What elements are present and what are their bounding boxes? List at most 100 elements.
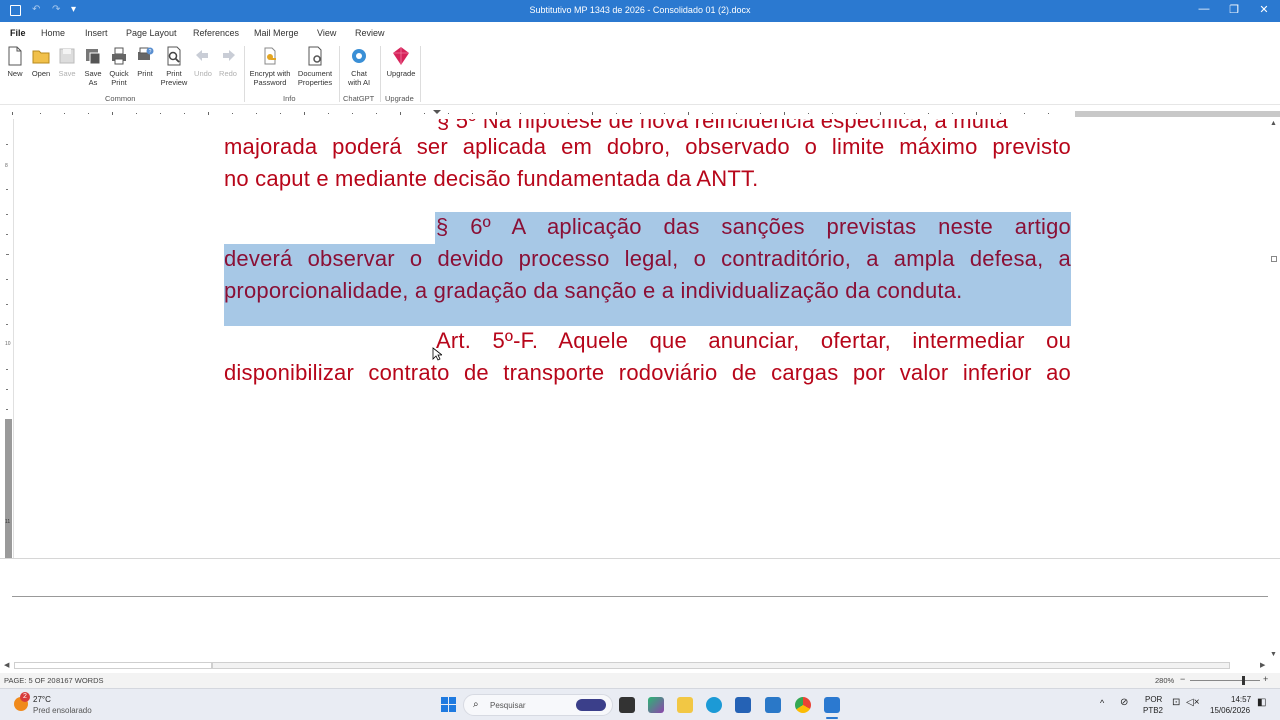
vertical-scrollbar[interactable]: ▲ xyxy=(1267,119,1280,559)
encrypt-label-1: Encrypt with xyxy=(249,69,291,78)
upgrade-button[interactable]: Upgrade xyxy=(384,46,418,78)
title-bar: ↶ ↷ ▾ Subtitutivo MP 1343 de 2026 - Cons… xyxy=(0,0,1280,22)
new-button[interactable]: New xyxy=(4,46,26,78)
chat-label-1: Chat xyxy=(351,69,367,78)
mouse-cursor-icon xyxy=(432,347,442,361)
search-highlight-image xyxy=(576,699,606,711)
page-indicator: PAGE: 5 OF 20 xyxy=(4,676,56,685)
new-document-icon xyxy=(8,46,22,66)
gem-icon xyxy=(393,47,409,65)
save-label: Save xyxy=(58,69,76,78)
status-bar: PAGE: 5 OF 20 8167 WORDS 280% − + xyxy=(0,673,1280,688)
text-line: disponibilizar contrato de transporte ro… xyxy=(224,360,1071,385)
open-button[interactable]: Open xyxy=(29,46,53,78)
encrypt-button[interactable]: Encrypt with Password xyxy=(246,46,294,87)
save-button[interactable]: Save xyxy=(56,46,78,78)
text-line: no caput e mediante decisão fundamentada… xyxy=(224,166,759,191)
page-break-line xyxy=(12,596,1268,597)
paragraph-6-selected[interactable]: § 6º A aplicação das sanções previstas n… xyxy=(224,211,1071,307)
notification-icon[interactable]: ◧ xyxy=(1257,697,1266,708)
save-as-label-2: As xyxy=(88,78,98,87)
paragraph-art-5f[interactable]: Art. 5º-F. Aquele que anunciar, ofertar,… xyxy=(224,325,1071,389)
copilot-icon[interactable] xyxy=(648,697,664,713)
redo-button[interactable]: Redo xyxy=(217,46,239,78)
paragraph-5-continuation[interactable]: majorada poderá ser aplicada em dobro, o… xyxy=(224,131,1071,195)
zoom-slider-thumb[interactable] xyxy=(1242,676,1245,685)
zoom-out-icon[interactable]: − xyxy=(1180,674,1185,684)
weather-temp: 27°C xyxy=(33,695,51,704)
tab-page-layout[interactable]: Page Layout xyxy=(126,28,177,38)
outlook-icon[interactable] xyxy=(765,697,781,713)
edge-browser-icon[interactable] xyxy=(706,697,722,713)
save-as-icon xyxy=(86,49,101,65)
document-page[interactable]: § 5º Na hipótese de nova reincidência es… xyxy=(14,119,1267,559)
windows-start-icon[interactable] xyxy=(441,697,456,712)
hscroll-thumb[interactable] xyxy=(212,662,1230,669)
task-view-icon[interactable] xyxy=(619,697,635,713)
scroll-up-icon[interactable]: ▲ xyxy=(1270,120,1277,127)
file-explorer-icon[interactable] xyxy=(677,697,693,713)
close-button[interactable]: ✕ xyxy=(1254,3,1274,16)
scroll-down-icon[interactable]: ▼ xyxy=(1270,651,1277,658)
store-icon[interactable] xyxy=(735,697,751,713)
save-as-label-1: Save xyxy=(84,69,102,78)
chrome-icon[interactable] xyxy=(795,697,811,713)
taskbar-search[interactable]: ⌕ Pesquisar xyxy=(463,694,613,716)
tab-mail-merge[interactable]: Mail Merge xyxy=(254,28,299,38)
tab-insert[interactable]: Insert xyxy=(85,28,108,38)
tab-review[interactable]: Review xyxy=(355,28,385,38)
undo-arrow-icon xyxy=(196,50,208,61)
language-2[interactable]: PTB2 xyxy=(1143,706,1163,715)
scroll-left-icon[interactable]: ◀ xyxy=(4,661,9,669)
zoom-slider[interactable] xyxy=(1190,680,1260,681)
quick-print-button[interactable]: Quick Print xyxy=(107,46,131,87)
horizontal-ruler[interactable] xyxy=(0,109,1280,119)
save-as-button[interactable]: Save As xyxy=(81,46,105,87)
redo-arrow-icon xyxy=(223,50,235,61)
open-label: Open xyxy=(31,69,51,78)
network-icon[interactable]: ⊘ xyxy=(1120,697,1128,708)
vruler-label: 10 xyxy=(5,341,11,347)
word-count: 8167 WORDS xyxy=(56,676,104,685)
search-placeholder: Pesquisar xyxy=(490,701,526,710)
zoom-level: 280% xyxy=(1155,676,1175,685)
tab-file[interactable]: File xyxy=(10,28,26,38)
horizontal-scrollbar[interactable]: ◀ ▶ xyxy=(0,660,1280,672)
minimize-button[interactable]: — xyxy=(1194,3,1214,15)
weather-desc: Pred ensolarado xyxy=(33,706,92,715)
zoom-in-icon[interactable]: + xyxy=(1263,674,1268,684)
word-processor-icon[interactable] xyxy=(824,697,840,713)
group-separator xyxy=(244,46,245,102)
print-preview-button[interactable]: Print Preview xyxy=(159,46,189,87)
restore-button[interactable]: ❐ xyxy=(1224,3,1244,16)
tab-references[interactable]: References xyxy=(193,28,239,38)
save-disk-icon xyxy=(59,48,75,64)
clock-time[interactable]: 14:57 xyxy=(1231,695,1251,704)
window-title: Subtitutivo MP 1343 de 2026 - Consolidad… xyxy=(529,5,751,15)
chat-label-2: with AI xyxy=(347,78,371,87)
taskbar: 2 27°C Pred ensolarado ⌕ Pesquisar ^ ⊘ P… xyxy=(0,688,1280,720)
print-preview-label-1: Print xyxy=(166,69,182,78)
upgrade-label: Upgrade xyxy=(386,69,416,78)
text-line: § 6º A aplicação das sanções previstas n… xyxy=(436,214,1071,239)
text-line: majorada poderá ser aplicada em dobro, o… xyxy=(224,134,1071,159)
chat-with-ai-button[interactable]: Chat with AI xyxy=(343,46,375,87)
tab-view[interactable]: View xyxy=(317,28,336,38)
weather-badge: 2 xyxy=(20,692,30,702)
language-1[interactable]: POR xyxy=(1145,695,1162,704)
document-properties-button[interactable]: Document Properties xyxy=(295,46,335,87)
undo-button[interactable]: Undo xyxy=(192,46,214,78)
text-line: deverá observar o devido processo legal,… xyxy=(224,246,1071,271)
search-icon: ⌕ xyxy=(473,699,479,710)
group-label-upgrade: Upgrade xyxy=(385,94,414,103)
scroll-right-icon[interactable]: ▶ xyxy=(1260,661,1265,669)
tray-overflow-icon[interactable]: ^ xyxy=(1100,698,1104,708)
wifi-icon[interactable]: ⊡ xyxy=(1172,697,1180,708)
volume-icon[interactable]: ◁× xyxy=(1186,697,1200,708)
scroll-thumb[interactable] xyxy=(1271,256,1277,262)
print-button[interactable]: ? Print xyxy=(134,46,156,78)
tab-home[interactable]: Home xyxy=(41,28,65,38)
ribbon-tabs: File Home Insert Page Layout References … xyxy=(0,22,1280,42)
clock-date[interactable]: 15/06/2026 xyxy=(1210,706,1250,715)
vertical-ruler[interactable]: 8 10 11 xyxy=(0,119,14,559)
